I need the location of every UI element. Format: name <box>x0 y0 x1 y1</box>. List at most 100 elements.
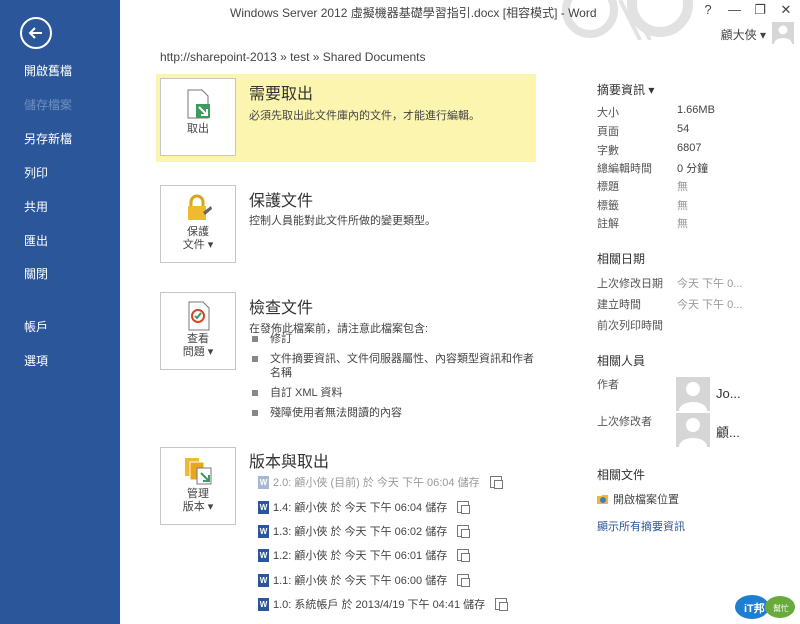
issue-item-continuation: 名稱 <box>270 367 292 379</box>
version-label: 1.3: 顧小俠 於 今天 下午 06:02 儲存 <box>273 526 448 538</box>
versions-title: 版本與取出 <box>249 454 330 471</box>
prop-value-edit-time: 0 分鐘 <box>677 163 709 175</box>
inspect-document-icon <box>188 301 210 331</box>
help-icon[interactable]: ? <box>702 2 714 18</box>
nav-print[interactable]: 列印 <box>24 164 48 181</box>
checkout-button-label: 取出 <box>187 123 209 135</box>
prop-value-tags[interactable]: 無 <box>677 197 688 213</box>
version-label: 2.0: 顧小俠 (目前) 於 今天 下午 06:04 儲存 <box>273 477 480 489</box>
prop-value-size: 1.66MB <box>677 104 715 116</box>
issue-item: 文件摘要資訊、文件伺服器屬性、內容類型資訊和作者 <box>252 352 534 366</box>
prop-label-words: 字數 <box>597 145 619 157</box>
version-row-autosave[interactable]: W 2.0: 顧小俠 (目前) 於 今天 下午 06:04 儲存 <box>258 474 503 490</box>
prop-label-created: 建立時間 <box>597 299 641 311</box>
prop-label-last-printed: 前次列印時間 <box>597 320 663 332</box>
prop-label-tags: 標籤 <box>597 200 619 212</box>
inspect-button-line2: 問題 ▾ <box>182 346 214 358</box>
checkout-desc: 必須先取出此文件庫內的文件，才能進行編輯。 <box>249 110 480 122</box>
properties-dropdown[interactable]: 摘要資訊 ▾ <box>597 81 654 98</box>
author-label: 作者 <box>597 379 619 391</box>
nav-close[interactable]: 關閉 <box>24 265 48 282</box>
nav-share[interactable]: 共用 <box>24 198 48 215</box>
version-label: 1.0: 系統帳戶 於 2013/4/19 下午 04:41 儲存 <box>273 599 486 611</box>
protect-button-line2: 文件 ▾ <box>182 239 214 251</box>
related-docs-header: 相關文件 <box>597 468 646 482</box>
modifier-name[interactable]: 顧... <box>716 422 740 441</box>
compare-icon[interactable] <box>457 525 471 538</box>
author-name[interactable]: Jo... <box>716 386 741 401</box>
prop-value-pages: 54 <box>677 123 690 135</box>
window-controls: ? — ❐ ✕ <box>702 2 792 18</box>
related-people-header: 相關人員 <box>597 354 646 368</box>
svg-text:幫忙: 幫忙 <box>773 603 789 613</box>
svg-text:iT邦: iT邦 <box>744 601 765 615</box>
manage-versions-button[interactable]: 管理 版本 ▾ <box>160 447 236 525</box>
author-avatar[interactable] <box>676 377 710 411</box>
word-doc-icon: W <box>258 475 269 489</box>
compare-icon[interactable] <box>457 501 471 514</box>
issue-item: 自訂 XML 資料 <box>252 386 534 400</box>
window-title: Windows Server 2012 虛擬機器基礎學習指引.docx [相容模… <box>230 6 597 20</box>
nav-options[interactable]: 選項 <box>24 352 48 369</box>
user-account-name[interactable]: 顧大俠 ▾ <box>721 26 766 43</box>
check-issues-button[interactable]: 查看 問題 ▾ <box>160 292 236 370</box>
ithome-watermark-logo: iT邦 幫忙 <box>734 594 796 620</box>
nav-export[interactable]: 匯出 <box>24 232 48 249</box>
compare-icon[interactable] <box>457 549 471 562</box>
inspect-title: 檢查文件 <box>249 300 314 317</box>
version-row[interactable]: W 1.0: 系統帳戶 於 2013/4/19 下午 04:41 儲存 <box>258 596 509 612</box>
nav-account[interactable]: 帳戶 <box>24 318 48 335</box>
nav-save: 儲存檔案 <box>24 98 73 112</box>
issue-item: 殘障使用者無法閱讀的內容 <box>252 406 534 420</box>
modifier-label: 上次修改者 <box>597 416 652 428</box>
checkout-button[interactable]: 取出 <box>160 78 236 156</box>
inspect-issue-list: 修訂 文件摘要資訊、文件伺服器屬性、內容類型資訊和作者 名稱 自訂 XML 資料… <box>252 332 534 426</box>
open-file-location-link[interactable]: 開啟檔案位置 <box>597 491 679 507</box>
breadcrumb[interactable]: http://sharepoint-2013 » test » Shared D… <box>160 50 426 64</box>
word-doc-icon: W <box>258 500 269 514</box>
prop-value-created: 今天 下午 0... <box>677 299 743 311</box>
prop-value-comments[interactable]: 無 <box>677 215 688 231</box>
word-doc-icon: W <box>258 548 269 562</box>
prop-label-comments: 註解 <box>597 218 619 230</box>
compare-icon[interactable] <box>489 476 503 489</box>
inspect-button-line1: 查看 <box>187 333 209 345</box>
checkout-icon <box>187 89 210 119</box>
word-doc-icon: W <box>258 597 269 611</box>
title-bar: Windows Server 2012 虛擬機器基礎學習指引.docx [相容模… <box>120 0 800 40</box>
folder-icon <box>597 495 608 504</box>
prop-label-last-modified: 上次修改日期 <box>597 278 663 290</box>
prop-label-size: 大小 <box>597 107 619 119</box>
prop-value-words: 6807 <box>677 142 702 154</box>
nav-open[interactable]: 開啟舊檔 <box>24 62 72 79</box>
version-row[interactable]: W 1.4: 顧小俠 於 今天 下午 06:04 儲存 <box>258 499 471 515</box>
version-row[interactable]: W 1.2: 顧小俠 於 今天 下午 06:01 儲存 <box>258 547 471 563</box>
prop-label-pages: 頁面 <box>597 126 619 138</box>
protect-button-line1: 保護 <box>187 226 209 238</box>
protect-title: 保護文件 <box>249 193 314 210</box>
back-arrow-icon[interactable] <box>20 17 52 49</box>
user-avatar[interactable] <box>772 22 794 44</box>
minimize-icon[interactable]: — <box>728 2 741 18</box>
close-icon[interactable]: ✕ <box>780 2 792 18</box>
related-dates-header: 相關日期 <box>597 252 646 266</box>
protect-document-button[interactable]: 保護 文件 ▾ <box>160 185 236 263</box>
prop-value-last-modified: 今天 下午 0... <box>677 278 743 290</box>
compare-icon[interactable] <box>495 598 509 611</box>
nav-save-as[interactable]: 另存新檔 <box>24 130 72 147</box>
checkout-title: 需要取出 <box>249 86 314 103</box>
version-row[interactable]: W 1.3: 顧小俠 於 今天 下午 06:02 儲存 <box>258 523 471 539</box>
show-all-properties-link[interactable]: 顯示所有摘要資訊 <box>597 518 685 534</box>
open-file-location-label: 開啟檔案位置 <box>613 494 679 506</box>
prop-label-title: 標題 <box>597 181 619 193</box>
lock-icon <box>188 194 212 220</box>
version-row[interactable]: W 1.1: 顧小俠 於 今天 下午 06:00 儲存 <box>258 572 471 588</box>
prop-value-title[interactable]: 無 <box>677 178 688 194</box>
versions-button-line2: 版本 ▾ <box>182 501 214 513</box>
restore-icon[interactable]: ❐ <box>754 2 766 18</box>
compare-icon[interactable] <box>457 574 471 587</box>
backstage-sidebar: 開啟舊檔 儲存檔案 另存新檔 列印 共用 匯出 關閉 帳戶 選項 <box>0 0 120 624</box>
version-label: 1.4: 顧小俠 於 今天 下午 06:04 儲存 <box>273 502 448 514</box>
modifier-avatar[interactable] <box>676 413 710 447</box>
versions-button-line1: 管理 <box>187 488 209 500</box>
